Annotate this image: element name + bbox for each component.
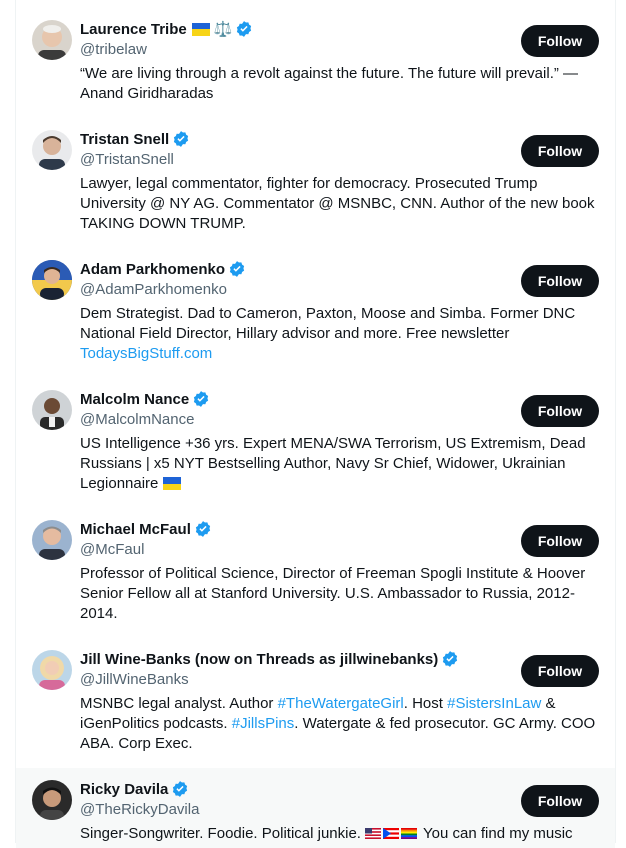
follow-button[interactable]: Follow — [521, 525, 599, 557]
ukraine-flag-icon — [191, 22, 210, 36]
display-name[interactable]: Adam Parkhomenko — [80, 261, 225, 278]
hashtag-link[interactable]: #SistersInLaw — [447, 695, 541, 712]
display-name[interactable]: Ricky Davila — [80, 781, 168, 798]
verified-badge-icon — [441, 650, 459, 668]
display-name[interactable]: Laurence Tribe — [80, 21, 187, 38]
user-cell-mcfaul[interactable]: Michael McFaul @McFaul Professor of Poli… — [32, 500, 615, 630]
scales-icon: ⚖️ — [213, 21, 233, 38]
rainbow-flag-icon — [401, 828, 418, 839]
puerto-rico-flag-icon — [383, 828, 400, 839]
us-flag-icon — [365, 828, 382, 839]
verified-badge-icon — [194, 520, 212, 538]
bio-text: You can find my music — [419, 825, 573, 842]
bio-text: MSNBC legal analyst. Author — [80, 695, 278, 712]
who-to-follow-page: Laurence Tribe ⚖️ @tribelaw “We are livi… — [0, 0, 626, 848]
avatar[interactable] — [32, 20, 72, 60]
avatar[interactable] — [32, 520, 72, 560]
user-bio: US Intelligence +36 yrs. Expert MENA/SWA… — [80, 434, 600, 494]
bio-text: US Intelligence +36 yrs. Expert MENA/SWA… — [80, 435, 586, 492]
user-bio: Professor of Political Science, Director… — [80, 565, 586, 622]
user-cell-tristansnell[interactable]: Tristan Snell @TristanSnell Lawyer, lega… — [32, 110, 615, 240]
follow-button[interactable]: Follow — [521, 655, 599, 687]
bio-text: . Host — [403, 695, 448, 712]
bio-text: Dem Strategist. Dad to Cameron, Paxton, … — [80, 305, 576, 342]
user-bio: Dem Strategist. Dad to Cameron, Paxton, … — [80, 304, 600, 364]
display-name[interactable]: Jill Wine-Banks (now on Threads as jillw… — [80, 651, 438, 668]
user-bio: “We are living through a revolt against … — [80, 65, 579, 102]
bio-text: Singer-Songwriter. Foodie. Political jun… — [80, 825, 366, 842]
avatar[interactable] — [32, 390, 72, 430]
bio-link[interactable]: TodaysBigStuff.com — [80, 345, 212, 362]
follow-button[interactable]: Follow — [521, 395, 599, 427]
verified-badge-icon — [235, 20, 253, 38]
verified-badge-icon — [172, 130, 190, 148]
avatar[interactable] — [32, 130, 72, 170]
avatar[interactable] — [32, 260, 72, 300]
verified-badge-icon — [192, 390, 210, 408]
user-cell-adamparkhomenko[interactable]: Adam Parkhomenko @AdamParkhomenko Dem St… — [32, 240, 615, 370]
avatar[interactable] — [32, 650, 72, 690]
user-bio: MSNBC legal analyst. Author #TheWatergat… — [80, 694, 610, 754]
follow-button[interactable]: Follow — [521, 25, 599, 57]
display-name[interactable]: Malcolm Nance — [80, 391, 189, 408]
follow-list: Laurence Tribe ⚖️ @tribelaw “We are livi… — [15, 0, 616, 848]
follow-button[interactable]: Follow — [521, 785, 599, 817]
verified-badge-icon — [171, 780, 189, 798]
hashtag-link[interactable]: #JillsPins — [232, 715, 295, 732]
follow-button[interactable]: Follow — [521, 265, 599, 297]
avatar[interactable] — [32, 780, 72, 820]
follow-button[interactable]: Follow — [521, 135, 599, 167]
display-name[interactable]: Michael McFaul — [80, 521, 191, 538]
user-cell-malcolmnance[interactable]: Malcolm Nance @MalcolmNance US Intellige… — [32, 370, 615, 500]
ukraine-flag-icon — [162, 477, 181, 490]
user-bio: Lawyer, legal commentator, fighter for d… — [80, 175, 595, 232]
user-bio: Singer-Songwriter. Foodie. Political jun… — [80, 824, 600, 844]
user-cell-therickydavila[interactable]: Ricky Davila @TheRickyDavila Singer-Song… — [16, 768, 615, 848]
verified-badge-icon — [228, 260, 246, 278]
user-cell-jillwinebanks[interactable]: Jill Wine-Banks (now on Threads as jillw… — [32, 630, 615, 760]
display-name[interactable]: Tristan Snell — [80, 131, 169, 148]
hashtag-link[interactable]: #TheWatergateGirl — [278, 695, 404, 712]
